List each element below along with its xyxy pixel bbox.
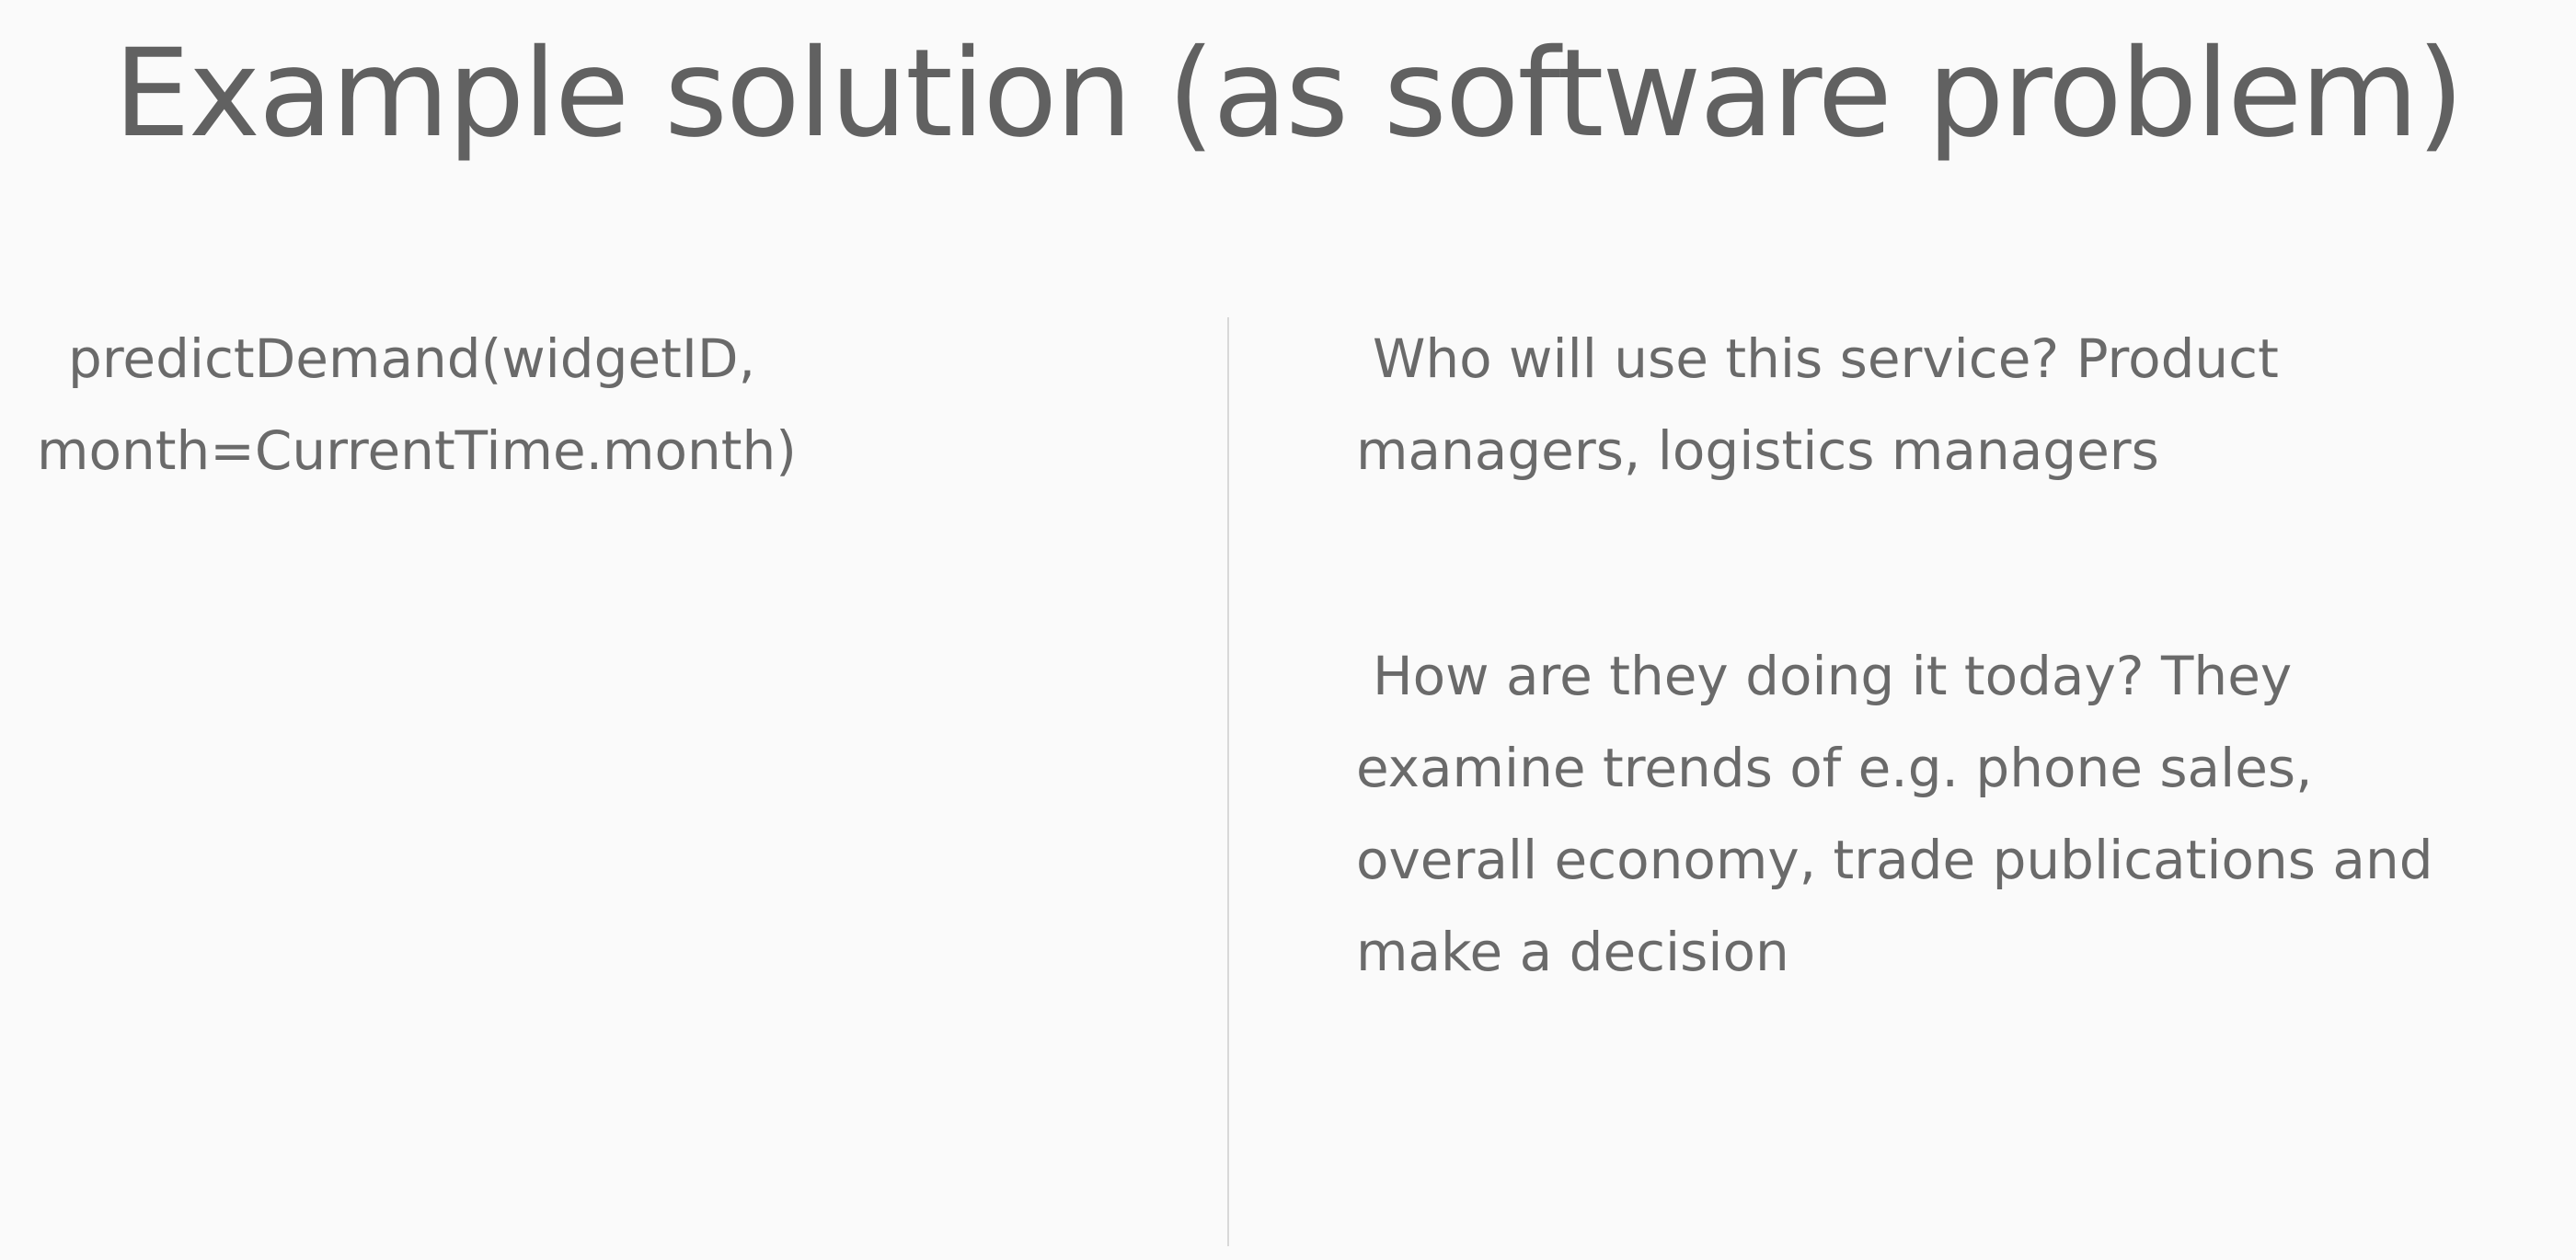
text-line: overall economy, trade publications and [1356,829,2433,891]
code-line: month=CurrentTime.month) [37,419,797,482]
text-line: examine trends of e.g. phone sales, [1356,737,2313,799]
text-line: managers, logistics managers [1356,419,2159,482]
slide: Example solution (as software problem) p… [0,0,2576,1260]
how-paragraph: How are they doing it today? They examin… [1356,630,2543,998]
text-line: How are they doing it today? They [1373,645,2293,707]
right-column: Who will use this service? Product manag… [1356,313,2543,998]
slide-title: Example solution (as software problem) [113,23,2465,165]
text-line: make a decision [1356,921,1789,983]
who-paragraph: Who will use this service? Product manag… [1356,313,2543,497]
left-column: predictDemand(widgetID, month=CurrentTim… [37,313,1159,497]
code-line: predictDemand(widgetID, [68,327,756,390]
text-line: Who will use this service? Product [1373,327,2279,390]
column-divider [1227,317,1229,1246]
